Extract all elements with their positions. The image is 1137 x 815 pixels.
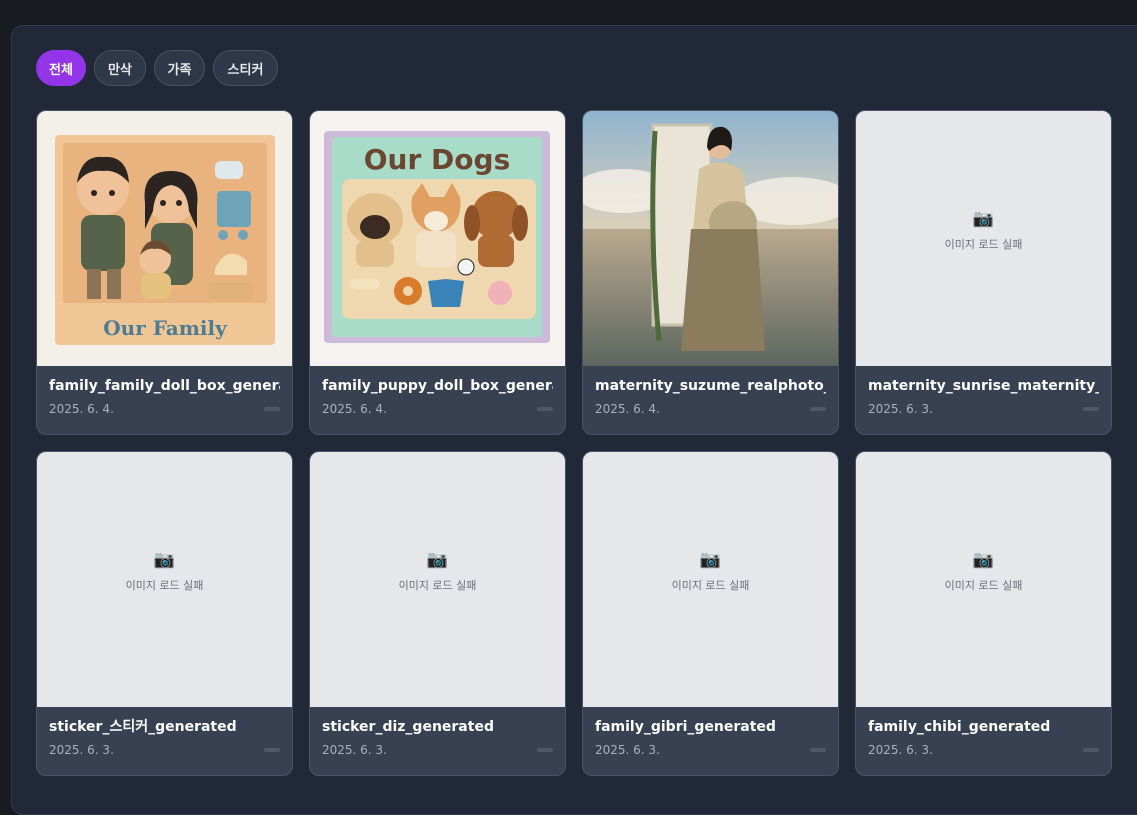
thumbnail-image (583, 111, 838, 366)
image-load-failed-placeholder: 📷 이미지 로드 실패 (310, 452, 565, 707)
card-menu-handle[interactable] (264, 407, 280, 411)
card-menu-handle[interactable] (810, 407, 826, 411)
camera-icon: 📷 (972, 550, 995, 570)
camera-icon: 📷 (699, 550, 722, 570)
image-card[interactable]: 📷 이미지 로드 실패 sticker_diz_generated 2025. … (309, 451, 566, 776)
box-title-text: Our Family (103, 316, 228, 340)
card-menu-handle[interactable] (264, 748, 280, 752)
card-date: 2025. 6. 4. (595, 402, 660, 416)
card-file-name: family_puppy_doll_box_generated (322, 378, 553, 394)
image-card[interactable]: 📷 이미지 로드 실패 maternity_sunrise_maternity_… (855, 110, 1112, 435)
card-menu-handle[interactable] (810, 748, 826, 752)
card-file-name: sticker_스티커_generated (49, 719, 237, 735)
card-date: 2025. 6. 3. (868, 743, 933, 757)
card-menu-handle[interactable] (537, 407, 553, 411)
card-file-name: sticker_diz_generated (322, 719, 494, 735)
card-file-name: family_chibi_generated (868, 719, 1051, 735)
card-date: 2025. 6. 4. (49, 402, 114, 416)
card-menu-handle[interactable] (537, 748, 553, 752)
card-menu-handle[interactable] (1083, 407, 1099, 411)
image-load-failed-placeholder: 📷 이미지 로드 실패 (583, 452, 838, 707)
card-date: 2025. 6. 3. (868, 402, 933, 416)
filter-chip-sticker[interactable]: 스티커 (213, 50, 278, 86)
card-date: 2025. 6. 3. (49, 743, 114, 757)
camera-icon: 📷 (153, 550, 176, 570)
image-load-failed-placeholder: 📷 이미지 로드 실패 (37, 452, 292, 707)
image-load-failed-placeholder: 📷 이미지 로드 실패 (856, 452, 1111, 707)
image-card[interactable]: Our Dogs family_puppy_doll_box_gener 202… (309, 110, 566, 435)
filter-chip-family[interactable]: 가족 (154, 50, 205, 86)
image-card[interactable]: Our Family family_family_doll_box_genera… (36, 110, 293, 435)
load-failed-text: 이미지 로드 실패 (671, 579, 750, 592)
image-card[interactable]: 📷 이미지 로드 실패 family_chibi_generated 2025.… (855, 451, 1112, 776)
image-card[interactable]: 📷 이미지 로드 실패 sticker_스티커_generated 2025. … (36, 451, 293, 776)
camera-icon: 📷 (426, 550, 449, 570)
card-menu-handle[interactable] (1083, 748, 1099, 752)
thumbnail-image: Our Family (37, 111, 292, 366)
image-card[interactable]: maternity_suzume_realphoto_maternity 202… (582, 110, 839, 435)
filter-chip-all[interactable]: 전체 (36, 50, 86, 86)
camera-icon: 📷 (972, 209, 995, 229)
card-file-name: family_gibri_generated (595, 719, 776, 735)
image-load-failed-placeholder: 📷 이미지 로드 실패 (856, 111, 1111, 366)
card-file-name: family_family_doll_box_generated (49, 378, 280, 394)
load-failed-text: 이미지 로드 실패 (944, 579, 1023, 592)
load-failed-text: 이미지 로드 실패 (944, 238, 1023, 251)
card-file-name: maternity_suzume_realphoto_maternity (595, 378, 826, 394)
image-grid: Our Family family_family_doll_box_genera… (36, 110, 1112, 776)
card-date: 2025. 6. 4. (322, 402, 387, 416)
load-failed-text: 이미지 로드 실패 (398, 579, 477, 592)
gallery-panel: 전체 만삭 가족 스티커 Our Family family_family_do… (11, 25, 1137, 815)
card-date: 2025. 6. 3. (322, 743, 387, 757)
card-file-name: maternity_sunrise_maternity_generated (868, 378, 1099, 394)
filter-chip-maternity[interactable]: 만삭 (94, 50, 146, 86)
thumbnail-image: Our Dogs (310, 111, 565, 366)
load-failed-text: 이미지 로드 실패 (125, 579, 204, 592)
image-card[interactable]: 📷 이미지 로드 실패 family_gibri_generated 2025.… (582, 451, 839, 776)
card-date: 2025. 6. 3. (595, 743, 660, 757)
box-title-text: Our Dogs (364, 143, 510, 176)
category-filter-bar: 전체 만삭 가족 스티커 (36, 50, 278, 86)
